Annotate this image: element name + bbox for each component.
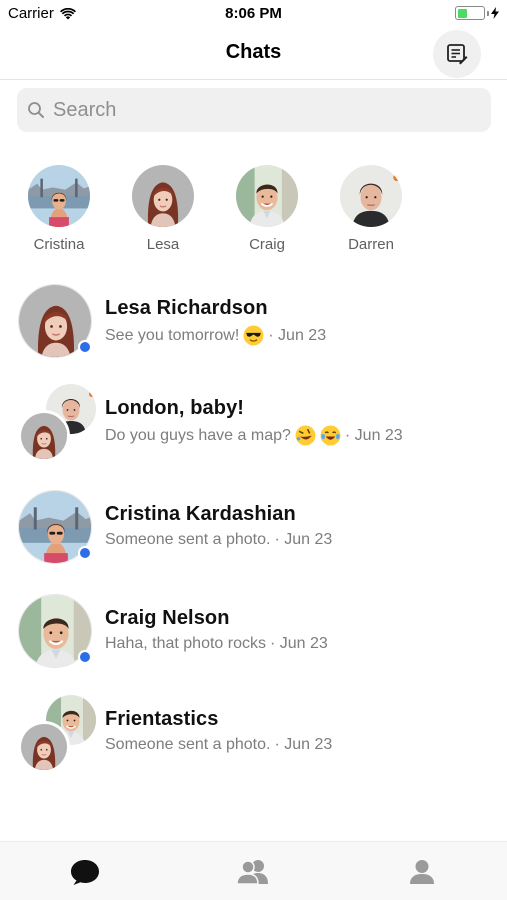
group-avatar	[18, 695, 94, 773]
people-icon	[236, 859, 270, 885]
chat-preview: See you tomorrow! · Jun 23	[105, 325, 326, 346]
chat-bubble-icon	[69, 858, 101, 886]
profile-icon	[409, 859, 435, 885]
chat-date: · Jun 23	[274, 531, 333, 548]
chat-name: Lesa Richardson	[105, 297, 268, 319]
search-icon	[27, 101, 45, 119]
preview-text: See you tomorrow!	[105, 326, 240, 344]
chat-preview: Someone sent a photo. · Jun 23	[105, 531, 332, 549]
story-name: Darren	[348, 236, 394, 253]
preview-text: Haha, that photo rocks	[105, 635, 266, 652]
chat-date: · Jun 23	[269, 635, 328, 652]
online-indicator	[78, 546, 92, 560]
chat-date: · Jun 23	[274, 736, 333, 753]
avatar	[340, 165, 402, 227]
battery-nub	[487, 10, 489, 16]
avatar	[18, 721, 70, 773]
chat-name: Frientastics	[105, 708, 219, 730]
avatar	[28, 165, 90, 227]
tab-profile[interactable]	[405, 856, 439, 888]
avatar	[236, 165, 298, 227]
chat-preview: Do you guys have a map? · Jun 23	[105, 425, 403, 446]
rofl-emoji-icon	[295, 425, 316, 446]
sunglasses-emoji-icon	[243, 325, 264, 346]
tab-people[interactable]	[236, 856, 270, 888]
story-item-craig[interactable]: Craig	[222, 165, 312, 253]
status-bar: Carrier 8:06 PM	[0, 0, 507, 28]
avatar	[18, 594, 94, 670]
chat-name: London, baby!	[105, 397, 245, 419]
nav-bar: Chats	[0, 28, 507, 80]
page-title: Chats	[225, 41, 282, 63]
battery-fill	[457, 8, 468, 18]
preview-text: Someone sent a photo.	[105, 531, 271, 548]
story-item-cristina[interactable]: Cristina	[14, 165, 104, 253]
story-name: Cristina	[33, 236, 85, 253]
battery-indicator	[455, 6, 499, 20]
avatar	[18, 490, 94, 566]
chat-preview: Haha, that photo rocks · Jun 23	[105, 635, 328, 653]
story-name: Lesa	[146, 236, 180, 253]
compose-icon	[445, 42, 469, 66]
chat-row-craig-nelson[interactable]: Craig Nelson Haha, that photo rocks · Ju…	[0, 594, 507, 684]
search-input[interactable]: Search	[17, 88, 491, 132]
chat-preview: Someone sent a photo. · Jun 23	[105, 736, 332, 754]
chat-date: · Jun 23	[344, 426, 403, 444]
chat-name: Craig Nelson	[105, 607, 230, 629]
tab-bar	[0, 841, 507, 900]
tears-of-joy-emoji-icon	[320, 425, 341, 446]
preview-text: Do you guys have a map?	[105, 426, 291, 444]
story-item-darren[interactable]: Darren	[326, 165, 416, 253]
chat-date: · Jun 23	[268, 326, 327, 344]
avatar	[18, 284, 94, 360]
status-time: 8:06 PM	[225, 5, 282, 22]
online-indicator	[78, 340, 92, 354]
tab-chats[interactable]	[68, 856, 102, 888]
active-friends-row: Cristina Lesa Craig Darren	[0, 165, 507, 260]
chat-row-cristina-kardashian[interactable]: Cristina Kardashian Someone sent a photo…	[0, 490, 507, 580]
online-indicator	[78, 650, 92, 664]
chat-row-lesa-richardson[interactable]: Lesa Richardson See you tomorrow! · Jun …	[0, 284, 507, 374]
compose-button[interactable]	[433, 30, 481, 78]
charging-bolt-icon	[491, 7, 499, 19]
chat-row-frientastics[interactable]: Frientastics Someone sent a photo. · Jun…	[0, 695, 507, 785]
preview-text: Someone sent a photo.	[105, 736, 271, 753]
avatar	[18, 410, 70, 462]
chat-row-london-baby[interactable]: London, baby! Do you guys have a map? · …	[0, 384, 507, 474]
group-avatar	[18, 384, 94, 462]
search-placeholder: Search	[53, 98, 117, 121]
story-name: Craig	[249, 236, 285, 253]
story-item-lesa[interactable]: Lesa	[118, 165, 208, 253]
avatar	[132, 165, 194, 227]
chat-name: Cristina Kardashian	[105, 503, 296, 525]
battery-icon	[455, 6, 485, 20]
